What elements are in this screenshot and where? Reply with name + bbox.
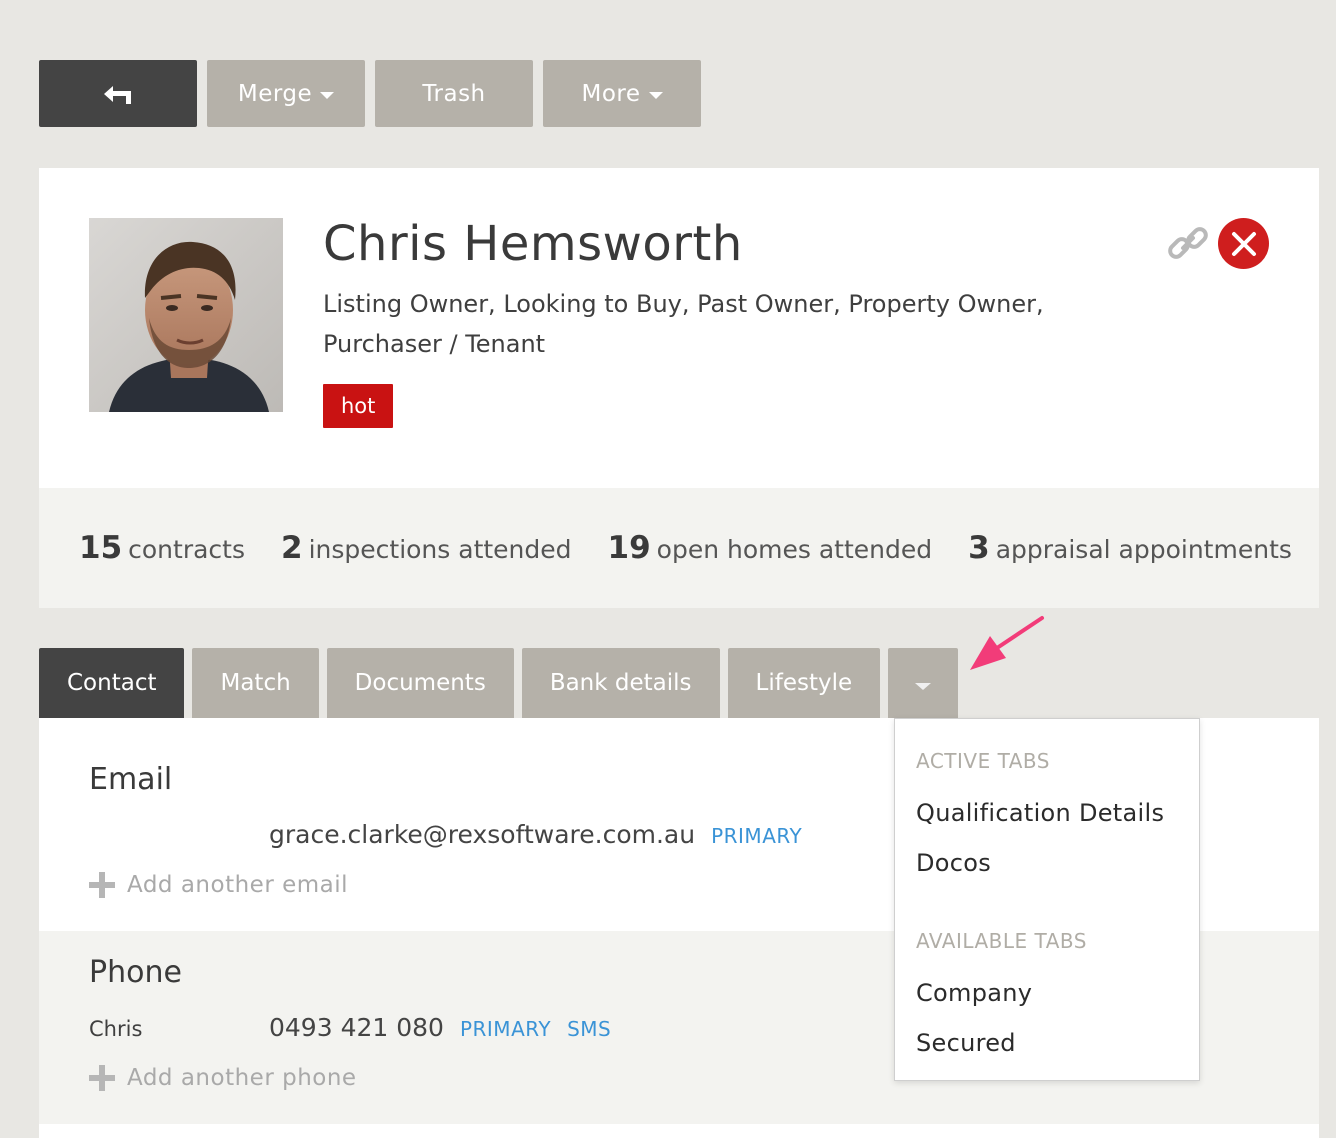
menu-item-company[interactable]: Company <box>916 979 1032 1007</box>
plus-icon <box>89 1065 115 1091</box>
email-value[interactable]: grace.clarke@rexsoftware.com.au <box>269 820 695 849</box>
add-phone-label: Add another phone <box>127 1065 357 1091</box>
tab-bank-details[interactable]: Bank details <box>521 648 720 718</box>
back-button[interactable] <box>39 60 197 127</box>
tabs-dropdown-menu: ACTIVE TABS Qualification Details Docos … <box>894 718 1200 1081</box>
stat-inspections[interactable]: 2 inspections attended <box>281 530 572 566</box>
menu-item-docos[interactable]: Docos <box>916 849 991 877</box>
available-tabs-heading: AVAILABLE TABS <box>916 929 1087 953</box>
tab-match[interactable]: Match <box>192 648 319 718</box>
merge-button[interactable]: Merge <box>207 60 365 127</box>
more-button[interactable]: More <box>543 60 701 127</box>
link-icon[interactable] <box>1165 220 1211 266</box>
primary-badge: PRIMARY <box>459 1017 552 1041</box>
menu-item-secured[interactable]: Secured <box>916 1029 1016 1057</box>
section-title-phone: Phone <box>89 955 182 990</box>
trash-label: Trash <box>422 80 486 107</box>
add-phone-button[interactable]: Add another phone <box>89 1065 357 1091</box>
phone-label: Chris <box>89 1017 143 1041</box>
sms-badge[interactable]: SMS <box>567 1017 611 1041</box>
plus-icon <box>89 872 115 898</box>
stat-appraisals[interactable]: 3 appraisal appointments <box>968 530 1292 566</box>
stat-contracts[interactable]: 15 contracts <box>79 530 245 566</box>
next-section-edge <box>39 1124 1319 1138</box>
phone-value[interactable]: 0493 421 080 <box>269 1013 444 1042</box>
section-title-email: Email <box>89 762 173 797</box>
tab-more-dropdown[interactable] <box>888 648 959 718</box>
stat-open-homes[interactable]: 19 open homes attended <box>608 530 933 566</box>
phone-row: Chris 0493 421 080 PRIMARY SMS <box>89 1013 627 1042</box>
email-row: grace.clarke@rexsoftware.com.au PRIMARY <box>89 820 818 849</box>
tag-hot[interactable]: hot <box>323 384 394 428</box>
annotation-arrow-icon <box>970 616 1044 670</box>
chevron-down-icon <box>320 91 335 99</box>
toolbar: Merge Trash More <box>39 60 701 127</box>
contact-roles: Listing Owner, Looking to Buy, Past Owne… <box>323 290 1044 358</box>
add-email-label: Add another email <box>127 872 349 898</box>
primary-badge: PRIMARY <box>711 824 803 848</box>
merge-label: Merge <box>237 80 313 107</box>
avatar <box>89 218 283 412</box>
stats-bar: 15 contracts 2 inspections attended 19 open… <box>39 488 1319 608</box>
add-email-button[interactable]: Add another email <box>89 872 348 898</box>
contact-name: Chris Hemsworth <box>323 216 743 272</box>
active-tabs-heading: ACTIVE TABS <box>916 749 1050 773</box>
menu-item-qualification-details[interactable]: Qualification Details <box>916 799 1164 827</box>
chevron-down-icon <box>648 91 663 99</box>
tab-contact[interactable]: Contact <box>39 648 185 718</box>
trash-button[interactable]: Trash <box>375 60 533 127</box>
close-icon[interactable] <box>1218 218 1269 269</box>
more-label: More <box>581 80 641 107</box>
tab-lifestyle[interactable]: Lifestyle <box>727 648 881 718</box>
profile-card: Chris Hemsworth Listing Owner, Looking t… <box>39 168 1319 488</box>
tab-documents[interactable]: Documents <box>326 648 514 718</box>
chevron-down-icon <box>915 682 932 690</box>
tab-bar: Contact Match Documents Bank details Lif… <box>39 648 959 718</box>
back-arrow-icon <box>104 85 131 104</box>
